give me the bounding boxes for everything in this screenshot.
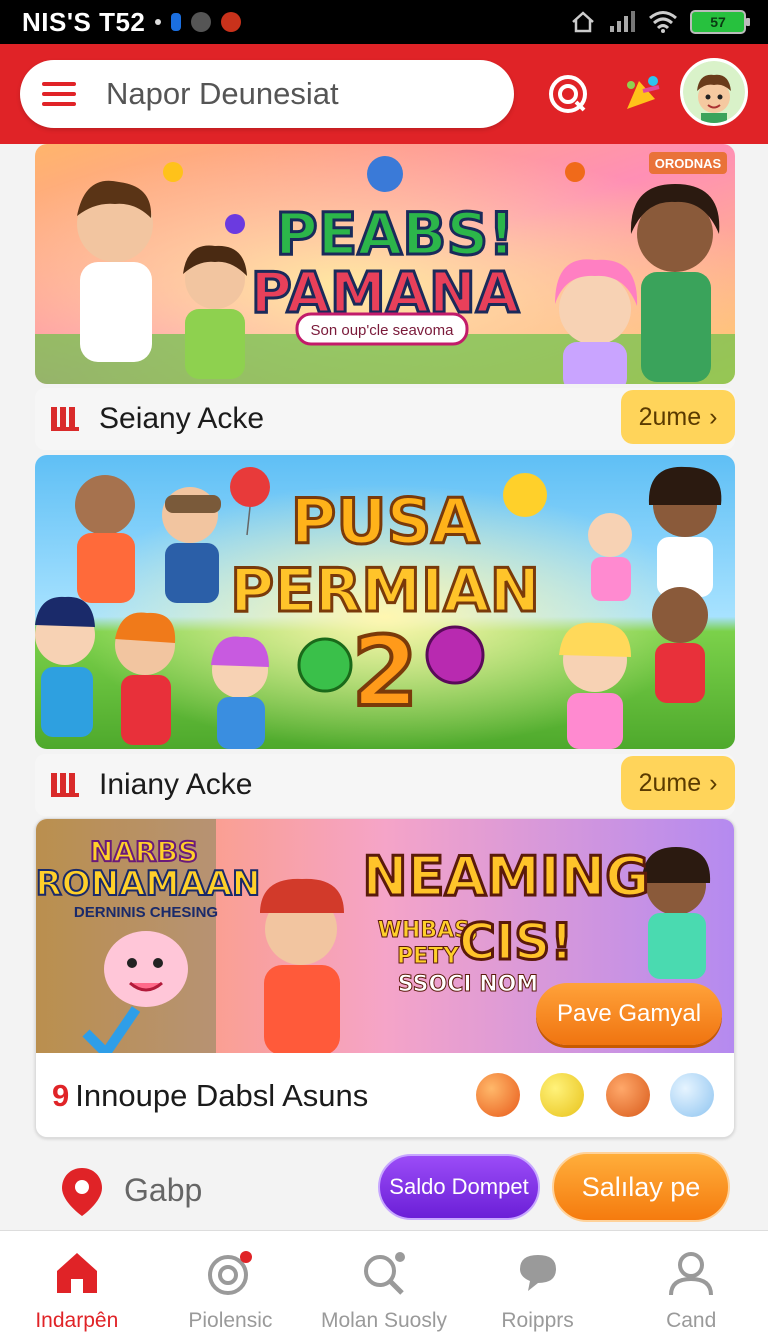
row-button-label: 2ume — [638, 402, 702, 431]
row-action-button[interactable]: 2ume › — [621, 756, 735, 810]
banner-subtitle: Son oup'cle seavoma — [311, 322, 455, 339]
card-left-sub: DERNINIS CHESING — [74, 904, 218, 921]
banner-1[interactable]: PEABS! PAMANA Son oup'cle seavoma ORODNA… — [35, 144, 735, 384]
list-item[interactable]: Iniany Acke 2ume › — [35, 754, 735, 816]
bottom-nav: Indarpên Piolensic Molan Suosly Roipprs … — [0, 1230, 768, 1344]
action-row: Gabp Saldo Dompet Salılay pe — [0, 1150, 768, 1228]
banner2-title-line1: PUSA — [291, 485, 479, 558]
nav-item-profile[interactable]: Cand — [614, 1231, 768, 1344]
location-pin-icon[interactable] — [60, 1166, 104, 1218]
status-right: 57 — [570, 9, 750, 35]
ball-icon — [606, 1073, 650, 1117]
card-footer: 9 Innoupe Dabsl Asuns — [36, 1053, 734, 1137]
nav-item-target[interactable]: Piolensic — [154, 1231, 308, 1344]
row-button-label: 2ume — [638, 768, 702, 797]
chat-icon — [519, 1255, 556, 1291]
status-left: NIS'S T52 — [22, 6, 242, 38]
home-icon — [56, 1253, 97, 1293]
banner-corner-tag: ORODNAS — [655, 156, 722, 171]
nav-label: Roipprs — [501, 1309, 574, 1332]
promo-card[interactable]: NARBS RONAMAAN DERNINIS CHESING NEAMING … — [35, 818, 735, 1138]
ball-icon — [476, 1073, 520, 1117]
nav-item-chat[interactable]: Roipprs — [461, 1231, 615, 1344]
ball-icon — [540, 1073, 584, 1117]
menu-icon[interactable] — [42, 82, 76, 106]
signal-icon — [610, 11, 635, 32]
app-icon — [191, 12, 212, 32]
nav-label: Indarpên — [35, 1309, 119, 1332]
chat-search-icon[interactable] — [540, 66, 596, 122]
list-bars-icon — [51, 407, 79, 431]
ball-icon — [670, 1073, 714, 1117]
alert-icon — [221, 12, 242, 32]
app-header: Napor Deunesiat — [0, 44, 768, 144]
card-left-title2: RONAMAAN — [36, 864, 260, 904]
search-icon — [363, 1252, 405, 1295]
wallet-balance-button[interactable]: Saldo Dompet — [378, 1154, 540, 1220]
nav-item-home[interactable]: Indarpên — [0, 1231, 154, 1344]
location-label[interactable]: Gabp — [124, 1172, 202, 1209]
nav-label: Piolensic — [188, 1309, 273, 1332]
banner2-number: 2 — [352, 616, 419, 728]
dot-icon — [155, 19, 162, 25]
party-icon[interactable] — [614, 66, 670, 122]
target-icon — [208, 1251, 253, 1295]
home-status-icon — [572, 11, 594, 33]
play-button[interactable]: Salılay pe — [552, 1152, 730, 1222]
card-sub2: PETY — [397, 944, 460, 969]
banner-2[interactable]: PUSA PERMIAN 2 — [35, 455, 735, 749]
profile-icon — [669, 1252, 714, 1296]
nav-label: Cand — [666, 1309, 717, 1332]
nav-item-search[interactable]: Molan Suosly — [307, 1231, 461, 1344]
notification-icon — [171, 13, 182, 31]
avatar[interactable] — [680, 58, 748, 126]
row-action-button[interactable]: 2ume › — [621, 390, 735, 444]
chevron-right-icon: › — [709, 402, 718, 431]
status-bar: NIS'S T52 57 — [0, 0, 768, 44]
card-footer-number: 9 — [52, 1078, 70, 1113]
nav-label: Molan Suosly — [320, 1309, 448, 1332]
list-bars-icon — [51, 773, 79, 797]
play-game-button[interactable]: Pave Gamyal — [536, 983, 722, 1045]
row-label-text: Iniany Acke — [99, 768, 253, 801]
card-sub3: CIS! — [459, 913, 573, 971]
banner-title-line1: PEABS! — [275, 200, 514, 268]
row-label-text: Seiany Acke — [99, 402, 265, 435]
list-item[interactable]: Seiany Acke 2ume › — [35, 388, 735, 450]
status-time: NIS'S T52 — [22, 6, 146, 37]
card-sub4: SSOCI NOM — [398, 972, 538, 997]
chevron-right-icon: › — [709, 768, 718, 797]
card-headline: NEAMING — [362, 845, 649, 908]
search-input[interactable]: Napor Deunesiat — [106, 76, 339, 112]
card-footer-text: 9 Innoupe Dabsl Asuns — [52, 1078, 368, 1114]
search-bar[interactable]: Napor Deunesiat — [20, 60, 514, 128]
wifi-icon — [649, 11, 677, 33]
card-footer-label: Innoupe Dabsl Asuns — [75, 1078, 369, 1113]
battery-icon: 57 — [690, 10, 750, 34]
